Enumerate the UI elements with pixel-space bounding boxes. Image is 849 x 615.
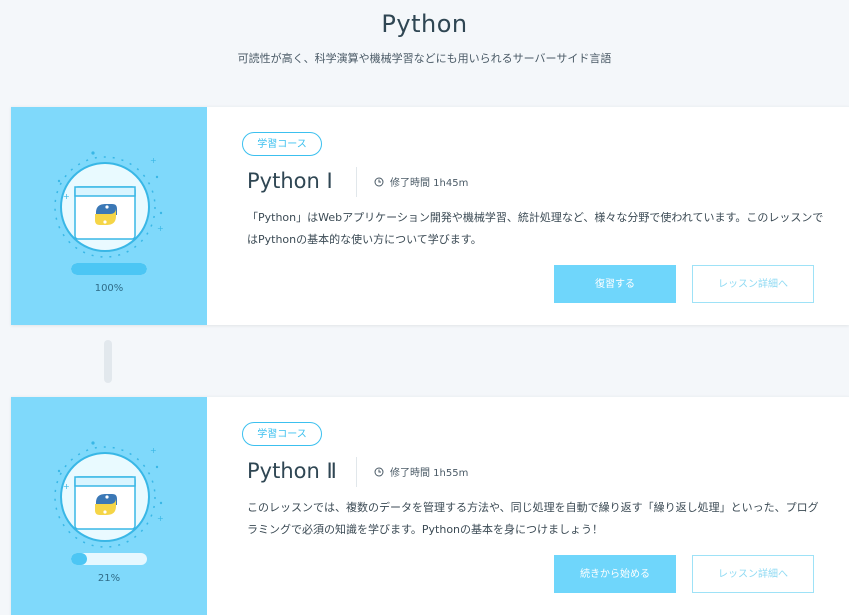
python-logo-illustration-icon: + + + xyxy=(54,151,164,258)
continue-button[interactable]: 続きから始める xyxy=(554,555,676,593)
svg-text:+: + xyxy=(150,156,157,165)
review-button[interactable]: 復習する xyxy=(554,265,676,303)
course-card: + + + 21% 学習コース Python Ⅱ 修了時間 1h55m このレッ… xyxy=(11,396,849,615)
progress-bar xyxy=(71,553,147,565)
svg-text:+: + xyxy=(63,482,70,491)
course-visual-panel: + + + 21% xyxy=(11,397,207,615)
progress-fill xyxy=(71,263,147,275)
page-title: Python xyxy=(381,10,468,38)
course-title: Python Ⅰ xyxy=(247,169,333,193)
course-connector xyxy=(104,340,112,383)
course-type-badge: 学習コース xyxy=(242,132,322,156)
python-logo-illustration-icon: + + + xyxy=(54,441,164,548)
progress-text: 100% xyxy=(94,283,124,294)
course-duration: 修了時間 1h55m xyxy=(374,464,468,479)
svg-text:+: + xyxy=(157,514,164,523)
svg-text:+: + xyxy=(157,224,164,233)
progress-bar xyxy=(71,263,147,275)
course-description: 「Python」はWebアプリケーション開発や機械学習、統計処理など、様々な分野… xyxy=(247,211,824,246)
course-title: Python Ⅱ xyxy=(247,459,337,483)
progress-fill xyxy=(71,553,87,565)
course-duration: 修了時間 1h45m xyxy=(374,174,468,189)
page-subtitle: 可読性が高く、科学演算や機械学習などにも用いられるサーバーサイド言語 xyxy=(237,52,612,65)
duration-text: 修了時間 1h55m xyxy=(390,468,469,479)
progress-text: 21% xyxy=(97,573,121,584)
course-description: このレッスンでは、複数のデータを管理する方法や、同じ処理を自動で繰り返す「繰り返… xyxy=(247,501,819,536)
clock-icon xyxy=(374,177,384,186)
course-card: + + + 100% 学習コース Python Ⅰ 修了時間 1h45m 「Py… xyxy=(11,106,849,325)
course-visual-panel: + + + 100% xyxy=(11,107,207,325)
svg-text:+: + xyxy=(63,192,70,201)
title-divider xyxy=(356,457,357,487)
title-divider xyxy=(356,167,357,197)
lesson-details-button[interactable]: レッスン詳細へ xyxy=(692,555,814,593)
svg-text:+: + xyxy=(150,446,157,455)
duration-text: 修了時間 1h45m xyxy=(390,178,469,189)
lesson-details-button[interactable]: レッスン詳細へ xyxy=(692,265,814,303)
clock-icon xyxy=(374,467,384,476)
course-type-badge: 学習コース xyxy=(242,422,322,446)
page-header: Python 可読性が高く、科学演算や機械学習などにも用いられるサーバーサイド言… xyxy=(0,0,849,100)
